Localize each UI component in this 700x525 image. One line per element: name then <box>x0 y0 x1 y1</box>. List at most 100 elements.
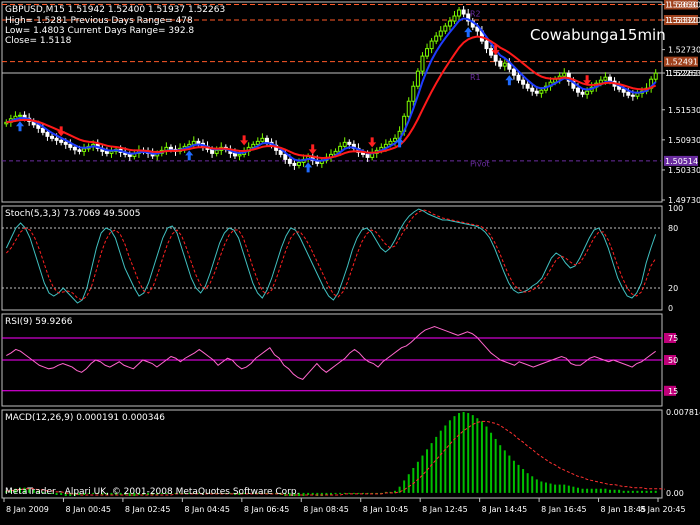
candle-body <box>626 91 631 96</box>
candle-body <box>63 141 68 145</box>
macd-bar <box>499 445 502 493</box>
candle-body <box>415 70 420 87</box>
macd-bar <box>416 461 419 493</box>
macd-bar <box>654 490 657 493</box>
macd-bar <box>430 443 433 493</box>
candle-body <box>191 140 196 145</box>
candle-body <box>411 85 416 102</box>
macd-bar <box>535 479 538 493</box>
axis-label: 100 <box>668 204 683 213</box>
chart-canvas: 1.53630 1.53320 1.52491 1.52263 1.50514 R2 R1 P… <box>0 0 700 525</box>
candle-body <box>607 76 612 82</box>
macd-bar <box>586 488 589 493</box>
candle-body <box>447 20 452 27</box>
macd-bar <box>645 490 648 493</box>
candle-body <box>296 161 301 166</box>
candle-body <box>461 9 466 15</box>
macd-bar <box>407 474 410 493</box>
axis-label: 20 <box>668 284 678 293</box>
candle-body <box>347 141 352 145</box>
macd-bar <box>453 416 456 493</box>
candle-body <box>168 146 173 150</box>
macd-title: MACD(12,26,9) 0.000191 0.000346 <box>5 413 165 423</box>
macd-bar <box>448 420 451 493</box>
macd-bar <box>490 432 493 493</box>
time-axis-label: 8 Jan 00:45 <box>65 505 111 514</box>
candle-body <box>603 76 608 81</box>
candle-body <box>237 153 242 157</box>
macd-bar <box>549 483 552 493</box>
candle-body <box>292 162 297 166</box>
macd-bar <box>613 489 616 493</box>
candle-body <box>365 153 370 158</box>
axis-label: 50 <box>668 356 678 365</box>
candle-body <box>50 135 55 139</box>
time-axis-label: 8 Jan 10:45 <box>363 505 409 514</box>
candle-body <box>457 9 462 17</box>
candle-body <box>127 153 132 157</box>
candle-body <box>525 83 530 89</box>
candle-body <box>77 149 82 152</box>
pivot-level-label: Pivot <box>470 159 490 168</box>
macd-bar <box>650 490 653 493</box>
macd-bar <box>444 425 447 493</box>
time-axis-label: 8 Jan 2009 <box>6 505 49 514</box>
macd-bar <box>576 487 579 493</box>
candle-body <box>489 48 494 56</box>
macd-bar <box>531 476 534 493</box>
axis-label: 0 <box>668 304 673 313</box>
candle-body <box>196 140 201 144</box>
macd-bar <box>581 488 584 493</box>
candle-body <box>82 148 87 152</box>
time-axis-label: 8 Jan 06:45 <box>244 505 290 514</box>
axis-label: 75 <box>668 334 678 343</box>
macd-axis-label: 0.00 <box>666 489 684 498</box>
candle-body <box>493 54 498 62</box>
macd-bar <box>421 455 424 493</box>
time-axis-label: 8 Jan 16:45 <box>541 505 587 514</box>
macd-bar <box>640 490 643 493</box>
macd-bar <box>352 492 355 494</box>
candle-body <box>575 87 580 93</box>
macd-bar <box>403 480 406 493</box>
candle-body <box>484 40 489 50</box>
macd-bar <box>316 492 319 496</box>
macd-bar <box>631 490 634 493</box>
time-axis-label: 8 Jan 12:45 <box>422 505 468 514</box>
candle-body <box>621 88 626 93</box>
symbol-line: GBPUSD,M15 1.51942 1.52400 1.51937 1.522… <box>5 5 225 15</box>
macd-bar <box>494 438 497 493</box>
macd-bar <box>503 450 506 493</box>
time-axis-label: 8 Jan 08:45 <box>303 505 349 514</box>
macd-bar <box>599 488 602 493</box>
info-line-3: Close= 1.5118 <box>5 36 72 46</box>
macd-bar <box>590 488 593 493</box>
macd-bar <box>426 449 429 493</box>
macd-bar <box>435 436 438 493</box>
macd-bar <box>508 455 511 493</box>
macd-bar <box>412 468 415 493</box>
candle-body <box>255 140 260 145</box>
candle-body <box>434 35 439 42</box>
candle-body <box>287 158 292 164</box>
candle-body <box>45 131 50 137</box>
macd-bar <box>339 492 342 494</box>
candle-body <box>232 152 237 157</box>
candle-body <box>109 150 114 154</box>
candle-body <box>342 141 347 147</box>
candle-body <box>72 146 77 151</box>
macd-bar <box>604 488 607 493</box>
price-axis-label: 1.53630 <box>668 1 700 10</box>
candle-body <box>260 137 265 142</box>
candle-body <box>388 140 393 145</box>
candle-body <box>443 25 448 32</box>
macd-bar <box>558 484 561 493</box>
macd-axis-label: 0.007814 <box>666 408 700 417</box>
macd-bar <box>554 484 557 493</box>
macd-bar <box>636 490 639 493</box>
macd-bar <box>334 492 337 494</box>
time-axis-label: 8 Jan 14:45 <box>482 505 528 514</box>
info-line-2: Low= 1.4803 Current Days Range= 392.8 <box>5 26 194 36</box>
candle-body <box>425 48 430 57</box>
macd-bar <box>622 490 625 493</box>
